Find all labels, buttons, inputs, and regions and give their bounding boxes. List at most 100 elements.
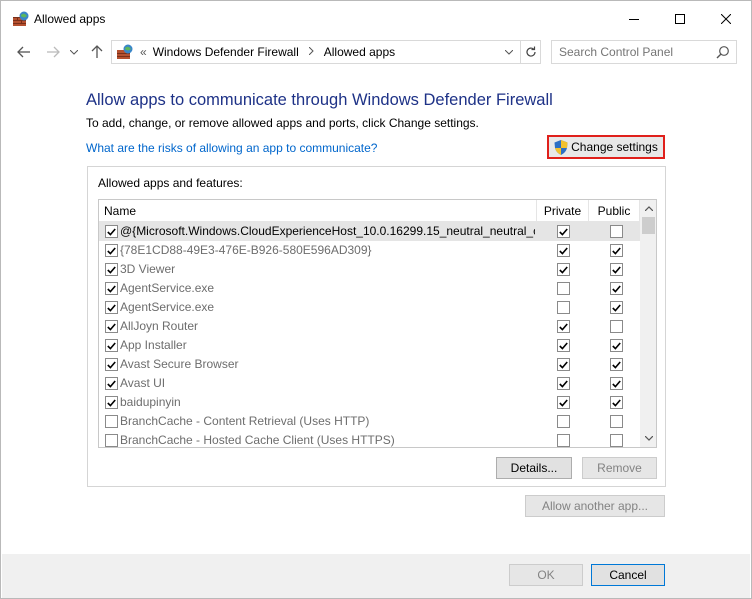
table-row[interactable]: 3D Viewer (99, 260, 640, 279)
app-enabled-checkbox[interactable] (105, 225, 118, 238)
refresh-button[interactable] (521, 40, 541, 64)
search-icon[interactable] (716, 45, 730, 59)
window-title: Allowed apps (34, 12, 106, 26)
close-button[interactable] (703, 1, 749, 37)
private-checkbox[interactable] (557, 301, 570, 314)
minimize-button[interactable] (611, 1, 657, 37)
column-header-public[interactable]: Public (589, 200, 640, 222)
app-name: @{Microsoft.Windows.CloudExperienceHost_… (120, 224, 535, 238)
change-settings-button[interactable]: Change settings (547, 135, 665, 159)
refresh-icon (525, 46, 536, 57)
recent-locations-button[interactable] (67, 42, 81, 62)
app-enabled-checkbox[interactable] (105, 282, 118, 295)
page-description: To add, change, or remove allowed apps a… (86, 116, 479, 130)
up-button[interactable] (87, 42, 107, 62)
public-checkbox[interactable] (610, 358, 623, 371)
table-row[interactable]: @{Microsoft.Windows.CloudExperienceHost_… (99, 222, 640, 241)
table-row[interactable]: BranchCache - Content Retrieval (Uses HT… (99, 412, 640, 431)
app-enabled-checkbox[interactable] (105, 244, 118, 257)
table-row[interactable]: {78E1CD88-49E3-476E-B926-580E596AD309} (99, 241, 640, 260)
cancel-button[interactable]: Cancel (591, 564, 665, 586)
search-box[interactable] (551, 40, 737, 64)
public-checkbox[interactable] (610, 377, 623, 390)
column-header-private[interactable]: Private (537, 200, 589, 222)
maximize-button[interactable] (657, 1, 703, 37)
chevron-down-icon (505, 49, 513, 55)
table-row[interactable]: Avast UI (99, 374, 640, 393)
private-checkbox[interactable] (557, 282, 570, 295)
maximize-icon (675, 14, 685, 24)
table-row[interactable]: AgentService.exe (99, 279, 640, 298)
public-checkbox[interactable] (610, 301, 623, 314)
private-checkbox[interactable] (557, 396, 570, 409)
public-checkbox[interactable] (610, 415, 623, 428)
private-checkbox[interactable] (557, 358, 570, 371)
public-checkbox[interactable] (610, 282, 623, 295)
app-enabled-checkbox[interactable] (105, 434, 118, 447)
allowed-apps-group: Allowed apps and features: Name Private … (87, 166, 666, 487)
vertical-scrollbar[interactable] (640, 200, 656, 447)
private-checkbox[interactable] (557, 263, 570, 276)
private-checkbox[interactable] (557, 320, 570, 333)
ok-button[interactable]: OK (509, 564, 583, 586)
address-bar[interactable]: « Windows Defender Firewall Allowed apps (111, 40, 521, 64)
public-checkbox[interactable] (610, 263, 623, 276)
back-button[interactable] (14, 42, 34, 62)
public-checkbox[interactable] (610, 339, 623, 352)
app-enabled-checkbox[interactable] (105, 358, 118, 371)
app-enabled-checkbox[interactable] (105, 377, 118, 390)
change-settings-label: Change settings (571, 140, 658, 154)
app-name: BranchCache - Hosted Cache Client (Uses … (120, 433, 395, 447)
public-checkbox[interactable] (610, 244, 623, 257)
address-dropdown-button[interactable] (502, 44, 516, 60)
table-row[interactable]: Avast Secure Browser (99, 355, 640, 374)
table-row[interactable]: baidupinyin (99, 393, 640, 412)
scroll-up-button[interactable] (640, 200, 656, 217)
public-checkbox[interactable] (610, 434, 623, 447)
private-checkbox[interactable] (557, 339, 570, 352)
app-enabled-checkbox[interactable] (105, 396, 118, 409)
scroll-thumb[interactable] (642, 217, 655, 234)
risks-link[interactable]: What are the risks of allowing an app to… (86, 141, 377, 155)
breadcrumb-allowed-apps[interactable]: Allowed apps (324, 45, 395, 59)
app-name: App Installer (120, 338, 187, 352)
table-row[interactable]: App Installer (99, 336, 640, 355)
app-enabled-checkbox[interactable] (105, 263, 118, 276)
remove-button[interactable]: Remove (582, 457, 657, 479)
breadcrumb-firewall[interactable]: Windows Defender Firewall (153, 45, 299, 59)
close-icon (721, 14, 731, 24)
app-name: Avast UI (120, 376, 166, 390)
app-name: baidupinyin (120, 395, 181, 409)
forward-button[interactable] (43, 42, 63, 62)
table-row[interactable]: BranchCache - Hosted Cache Client (Uses … (99, 431, 640, 447)
scroll-down-button[interactable] (640, 430, 656, 447)
app-name: Avast Secure Browser (120, 357, 239, 371)
private-checkbox[interactable] (557, 244, 570, 257)
public-checkbox[interactable] (610, 396, 623, 409)
private-checkbox[interactable] (557, 377, 570, 390)
search-input[interactable] (552, 41, 712, 63)
allow-another-app-button[interactable]: Allow another app... (525, 495, 665, 517)
title-bar: Allowed apps (1, 1, 751, 37)
private-checkbox[interactable] (557, 434, 570, 447)
table-row[interactable]: AllJoyn Router (99, 317, 640, 336)
private-checkbox[interactable] (557, 225, 570, 238)
list-header: Name Private Public (99, 200, 640, 222)
allowed-apps-window: Allowed apps « Windows Defender Firewall… (0, 0, 752, 599)
public-checkbox[interactable] (610, 320, 623, 333)
navigation-bar: « Windows Defender Firewall Allowed apps (1, 37, 751, 67)
app-enabled-checkbox[interactable] (105, 301, 118, 314)
private-checkbox[interactable] (557, 415, 570, 428)
app-enabled-checkbox[interactable] (105, 320, 118, 333)
table-row[interactable]: AgentService.exe (99, 298, 640, 317)
app-enabled-checkbox[interactable] (105, 339, 118, 352)
column-header-name[interactable]: Name (99, 200, 537, 222)
app-enabled-checkbox[interactable] (105, 415, 118, 428)
breadcrumb-separator-icon[interactable] (308, 46, 314, 58)
minimize-icon (629, 19, 639, 20)
app-name: 3D Viewer (120, 262, 176, 276)
allowed-apps-list[interactable]: Name Private Public @{Microsoft.Windows.… (98, 199, 657, 448)
public-checkbox[interactable] (610, 225, 623, 238)
breadcrumb-overflow[interactable]: « (140, 45, 147, 59)
details-button[interactable]: Details... (496, 457, 572, 479)
